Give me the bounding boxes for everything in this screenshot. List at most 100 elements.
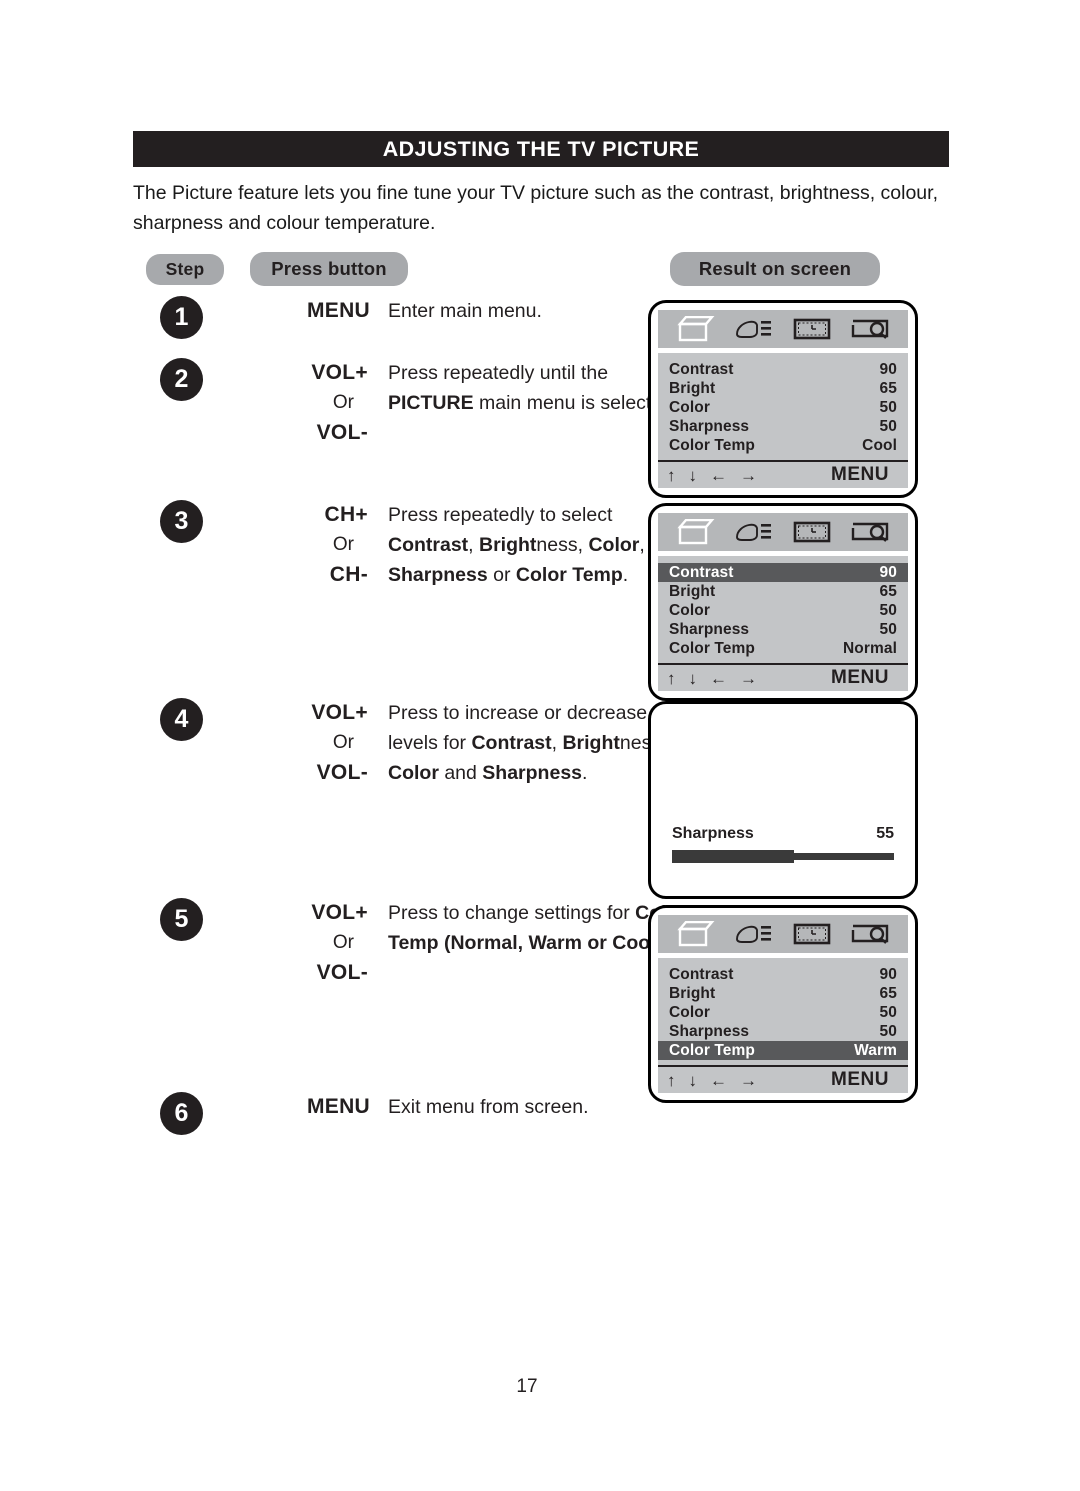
osd-menu-row-selected[interactable]: Color Temp Warm [658,1041,908,1060]
osd-menu-row[interactable]: Color Temp Normal [658,639,908,658]
osd-menu-row[interactable]: Bright 65 [658,984,908,1003]
osd-row-value: Warm [854,1042,897,1059]
button-label: VOL- [316,421,368,444]
timer-frame-icon [783,922,841,946]
osd-row-label: Bright [669,583,716,600]
osd-menu-row[interactable]: Contrast 90 [658,360,908,379]
hand-sound-icon [725,316,783,342]
tv-screen-step3: Contrast 90 Bright 65 Color 50 Sharpness 50 … [648,503,918,701]
osd-nav-arrows: ↑ ↓ ← → [667,670,757,687]
arrow-left-icon[interactable]: ← [710,670,727,687]
page-number-value: 17 [516,1376,538,1397]
column-header-result-on-screen: Result on screen [670,252,880,286]
osd-menu-label: MENU [831,464,889,485]
osd-nav-bar: ↑ ↓ ← → MENU [658,1065,908,1093]
button-label: VOL+ [311,901,368,924]
osd-row-label: Color [669,1004,710,1021]
page-title: ADJUSTING THE TV PICTURE [382,136,700,161]
osd-menu-row[interactable]: Contrast 90 [658,965,908,984]
timer-frame-icon [783,317,841,341]
osd-menu-row[interactable]: Color 50 [658,601,908,620]
osd-menu-row[interactable]: Color Temp Cool [658,436,908,455]
step-number-badge: 4 [160,698,203,741]
arrow-up-icon[interactable]: ↑ [667,670,676,687]
osd-row-value: 65 [879,985,897,1002]
arrow-right-icon[interactable]: → [740,670,757,687]
osd-menu-row[interactable]: Bright 65 [658,379,908,398]
arrow-right-icon[interactable]: → [740,467,757,484]
arrow-left-icon[interactable]: ← [710,467,727,484]
screen-zoom-icon [841,317,899,341]
arrow-down-icon[interactable]: ↓ [689,467,698,484]
sharpness-bar-fill [672,850,795,863]
osd-row-label: Color [669,602,710,619]
osd-menu-row[interactable]: Bright 65 [658,582,908,601]
step-description: Enter main menu. [388,300,542,322]
step-button-column: MENU [260,1092,370,1122]
osd-row-value: 50 [879,1004,897,1021]
button-label: CH- [329,563,368,586]
or-label: Or [332,732,354,753]
arrow-up-icon[interactable]: ↑ [667,1072,676,1089]
osd-menu-row[interactable]: Sharpness 50 [658,620,908,639]
sharpness-bar[interactable] [672,850,894,863]
sharpness-value: 55 [876,825,894,842]
osd-menu-list: Contrast 90 Bright 65 Color 50 Sharpness 50 … [658,353,908,460]
osd-row-value: 50 [879,418,897,435]
step-number-badge: 2 [160,358,203,401]
osd-menu-row[interactable]: Sharpness 50 [658,1022,908,1041]
button-label: VOL+ [311,701,368,724]
osd-row-label: Color Temp [669,1042,755,1059]
osd-menu-row[interactable]: Color 50 [658,1003,908,1022]
osd-row-label: Bright [669,380,716,397]
button-label: MENU [306,299,370,322]
arrow-down-icon[interactable]: ↓ [689,1072,698,1089]
osd-menu-row[interactable]: Sharpness 50 [658,417,908,436]
arrow-down-icon[interactable]: ↓ [689,670,698,687]
step-button-column: VOL+ Or VOL- [268,898,368,988]
tv-screen-step4: Sharpness 55 [648,701,918,899]
button-label: VOL- [316,961,368,984]
step-button-column: MENU [260,296,370,326]
step-number-badge: 6 [160,1092,203,1135]
picture-tv-icon [667,316,725,342]
osd-row-value: 50 [879,602,897,619]
step-button-column: VOL+ Or VOL- [268,358,368,448]
button-label: CH+ [324,503,368,526]
button-label: MENU [306,1095,370,1118]
step-description: Press repeatedly to select Contrast, Bri… [388,504,645,586]
or-label: Or [332,534,354,555]
osd-row-value: 90 [879,361,897,378]
osd-menu-row-selected[interactable]: Contrast 90 [658,563,908,582]
osd-row-value: 50 [879,621,897,638]
arrow-up-icon[interactable]: ↑ [667,467,676,484]
column-header-step: Step [146,254,224,285]
osd-row-value: 90 [879,966,897,983]
osd-row-value: Cool [862,437,897,454]
osd-menu-row[interactable]: Color 50 [658,398,908,417]
sharpness-slider-group: Sharpness 55 [672,825,894,863]
osd-row-label: Contrast [669,361,734,378]
column-header-press-button: Press button [250,252,408,286]
step-button-column: CH+ Or CH- [268,500,368,590]
osd-row-label: Bright [669,985,716,1002]
step-description: Press repeatedly until the PICTURE main … [388,362,679,414]
page-number: 17 [0,1376,1080,1398]
osd-row-value: 50 [879,1023,897,1040]
osd-row-value: Normal [842,640,897,657]
step-number-badge: 1 [160,296,203,339]
arrow-right-icon[interactable]: → [740,1072,757,1089]
osd-menu-label: MENU [831,667,889,688]
button-label: VOL- [316,761,368,784]
intro-paragraph: The Picture feature lets you fine tune y… [133,182,938,234]
osd-row-label: Contrast [669,966,734,983]
osd-icon-bar [658,915,908,953]
arrow-left-icon[interactable]: ← [710,1072,727,1089]
osd-menu-list: Contrast 90 Bright 65 Color 50 Sharpness 50 … [658,556,908,663]
picture-tv-icon [667,519,725,545]
osd-row-label: Sharpness [669,418,750,435]
step-button-column: VOL+ Or VOL- [268,698,368,788]
osd-row-label: Color [669,399,710,416]
osd-nav-bar: ↑ ↓ ← → MENU [658,460,908,488]
osd-row-value: 50 [879,399,897,416]
